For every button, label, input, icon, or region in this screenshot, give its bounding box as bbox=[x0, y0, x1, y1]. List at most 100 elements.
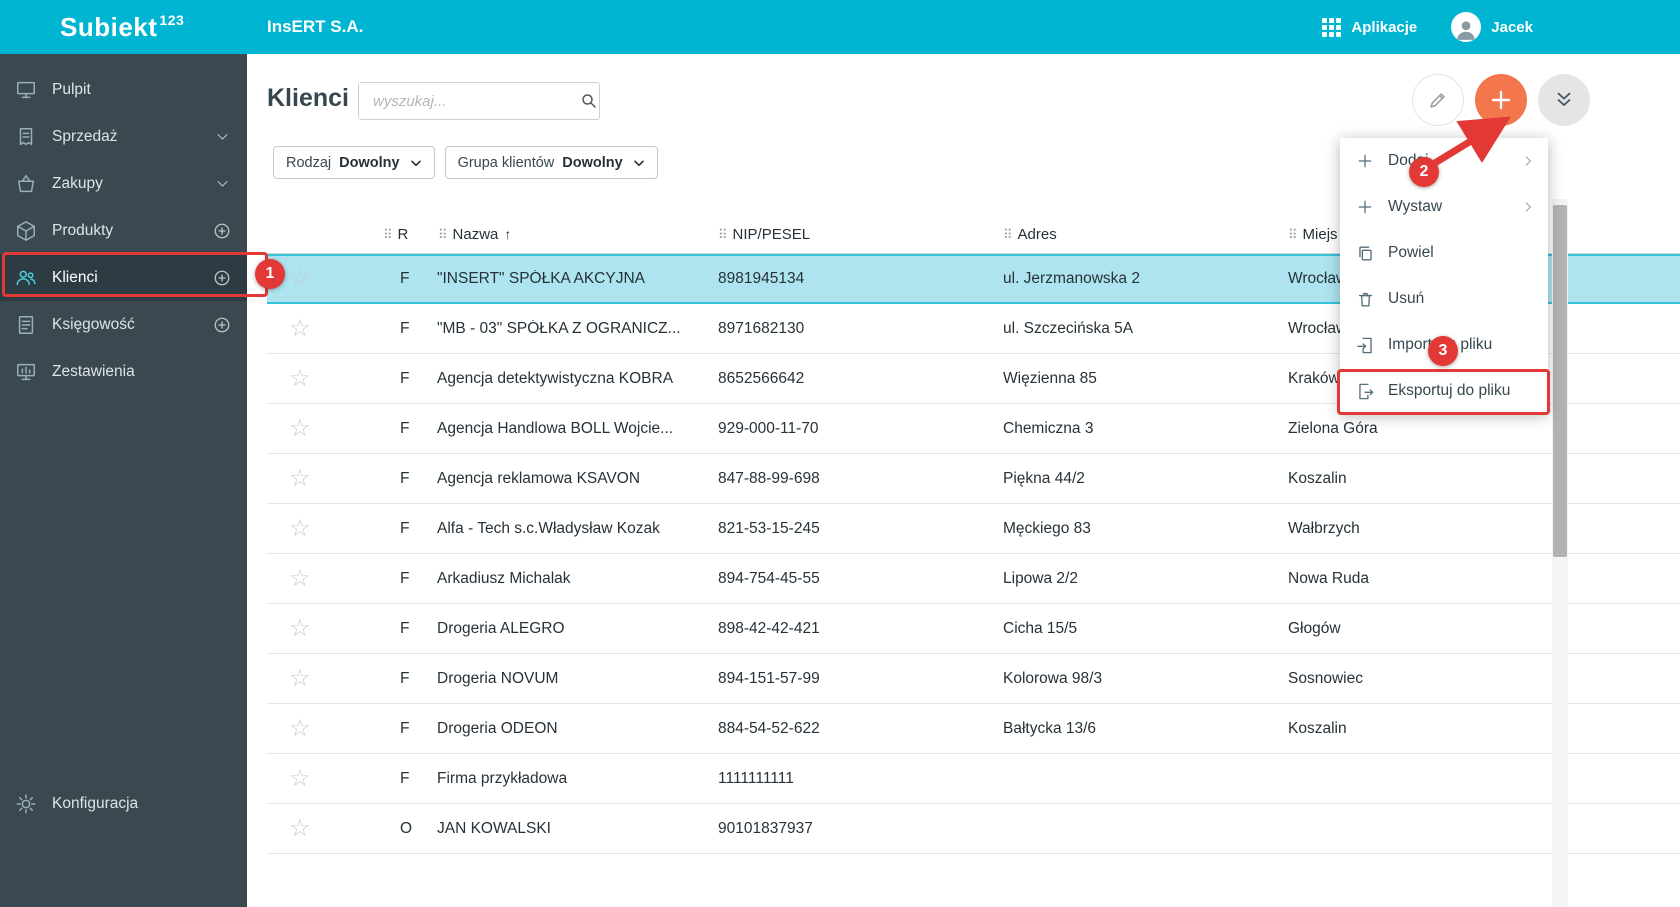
chevron-down-icon bbox=[213, 175, 231, 193]
menu-item-usun[interactable]: Usuń bbox=[1340, 276, 1548, 322]
column-nazwa[interactable]: ⠿ Nazwa ↑ bbox=[430, 226, 712, 243]
sidebar-item-zakupy[interactable]: Zakupy bbox=[0, 160, 247, 207]
filter-label: Grupa klientów bbox=[457, 154, 555, 171]
search-input[interactable] bbox=[359, 83, 578, 119]
app-root: Subiekt123 InsERT S.A. Aplikacje Jacek bbox=[0, 0, 1680, 907]
row-star-cell: ☆ bbox=[267, 817, 375, 841]
star-icon[interactable]: ☆ bbox=[289, 317, 311, 341]
sidebar-item-sprzedaz[interactable]: Sprzedaż bbox=[0, 113, 247, 160]
apps-label: Aplikacje bbox=[1351, 18, 1418, 36]
user-menu-button[interactable]: Jacek bbox=[1451, 12, 1533, 42]
table-row[interactable]: ☆ F Drogeria ALEGRO 898-42-42-421 Cicha … bbox=[267, 604, 1680, 654]
drag-handle-icon[interactable]: ⠿ bbox=[718, 228, 728, 241]
star-icon[interactable]: ☆ bbox=[289, 517, 311, 541]
row-type: F bbox=[400, 719, 410, 737]
table-row[interactable]: ☆ F Drogeria ODEON 884-54-52-622 Bałtyck… bbox=[267, 704, 1680, 754]
star-icon[interactable]: ☆ bbox=[289, 567, 311, 591]
sales-icon bbox=[15, 126, 37, 148]
sidebar-item-konfiguracja[interactable]: Konfiguracja bbox=[0, 780, 247, 827]
sidebar-item-klienci[interactable]: Klienci bbox=[0, 254, 247, 301]
filter-label: Rodzaj bbox=[286, 154, 332, 171]
star-icon[interactable]: ☆ bbox=[289, 467, 311, 491]
table-row[interactable]: ☆ F Alfa - Tech s.c.Władysław Kozak 821-… bbox=[267, 504, 1680, 554]
sidebar-item-label: Klienci bbox=[52, 268, 98, 286]
row-type: F bbox=[400, 519, 410, 537]
star-icon[interactable]: ☆ bbox=[289, 367, 311, 391]
row-address: Bałtycka 13/6 bbox=[1003, 719, 1097, 737]
export-file-icon bbox=[1355, 381, 1375, 401]
row-nip: 894-754-45-55 bbox=[718, 569, 820, 587]
more-actions-button[interactable] bbox=[1538, 74, 1590, 126]
sidebar-item-ksiegowosc[interactable]: Księgowość bbox=[0, 301, 247, 348]
clients-icon bbox=[15, 267, 37, 289]
filter-value: Dowolny bbox=[339, 154, 400, 171]
star-icon[interactable]: ☆ bbox=[289, 417, 311, 441]
row-city: Sosnowiec bbox=[1288, 669, 1363, 687]
add-button[interactable] bbox=[1475, 74, 1527, 126]
drag-handle-icon[interactable]: ⠿ bbox=[438, 228, 448, 241]
gear-icon bbox=[15, 793, 37, 815]
plus-circle-icon[interactable] bbox=[213, 269, 231, 287]
star-icon[interactable]: ☆ bbox=[289, 767, 311, 791]
row-name: Arkadiusz Michalak bbox=[437, 569, 571, 587]
menu-item-wystaw[interactable]: Wystaw bbox=[1340, 184, 1548, 230]
table-row[interactable]: ☆ F Arkadiusz Michalak 894-754-45-55 Lip… bbox=[267, 554, 1680, 604]
row-type: F bbox=[400, 569, 410, 587]
drag-handle-icon[interactable]: ⠿ bbox=[1003, 228, 1013, 241]
copy-icon bbox=[1355, 243, 1375, 263]
topbar-right: Aplikacje Jacek bbox=[1322, 0, 1533, 54]
table-row[interactable]: ☆ O JAN KOWALSKI 90101837937 bbox=[267, 804, 1680, 854]
row-name: Agencja Handlowa BOLL Wojcie... bbox=[437, 419, 674, 437]
row-name: Drogeria ALEGRO bbox=[437, 619, 565, 637]
table-row[interactable]: ☆ F Drogeria NOVUM 894-151-57-99 Kolorow… bbox=[267, 654, 1680, 704]
table-row[interactable]: ☆ F Firma przykładowa 1111111111 bbox=[267, 754, 1680, 804]
star-icon[interactable]: ☆ bbox=[289, 667, 311, 691]
column-nip-pesel[interactable]: ⠿ NIP/PESEL bbox=[712, 226, 997, 243]
row-star-cell: ☆ bbox=[267, 517, 375, 541]
row-name: Alfa - Tech s.c.Władysław Kozak bbox=[437, 519, 660, 537]
row-nip: 821-53-15-245 bbox=[718, 519, 820, 537]
apps-grid-icon bbox=[1322, 17, 1342, 37]
brand-sup: 123 bbox=[159, 12, 185, 28]
row-star-cell: ☆ bbox=[267, 467, 375, 491]
row-nip: 847-88-99-698 bbox=[718, 469, 820, 487]
sidebar-nav: Pulpit Sprzedaż Zakupy Produkty Klienci … bbox=[0, 66, 247, 395]
row-type: F bbox=[400, 419, 410, 437]
row-address: Kolorowa 98/3 bbox=[1003, 669, 1103, 687]
menu-item-label: Usuń bbox=[1388, 290, 1425, 307]
drag-handle-icon[interactable]: ⠿ bbox=[1288, 228, 1298, 241]
star-icon[interactable]: ☆ bbox=[289, 717, 311, 741]
star-icon[interactable]: ☆ bbox=[289, 817, 311, 841]
brand-name: Subiekt bbox=[60, 11, 158, 42]
scrollbar-track[interactable] bbox=[1552, 199, 1568, 907]
sidebar-item-pulpit[interactable]: Pulpit bbox=[0, 66, 247, 113]
menu-item-powiel[interactable]: Powiel bbox=[1340, 230, 1548, 276]
row-star-cell: ☆ bbox=[267, 567, 375, 591]
star-icon[interactable]: ☆ bbox=[289, 617, 311, 641]
menu-item-dodaj[interactable]: Dodaj bbox=[1340, 138, 1548, 184]
row-address: ul. Jerzmanowska 2 bbox=[1003, 270, 1140, 287]
apps-menu-button[interactable]: Aplikacje bbox=[1322, 17, 1418, 37]
row-name: "INSERT" SPÓŁKA AKCYJNA bbox=[437, 270, 645, 287]
row-star-cell: ☆ bbox=[267, 717, 375, 741]
plus-circle-icon[interactable] bbox=[213, 316, 231, 334]
drag-handle-icon[interactable]: ⠿ bbox=[383, 228, 393, 241]
sidebar-item-produkty[interactable]: Produkty bbox=[0, 207, 247, 254]
row-type: F bbox=[400, 270, 410, 287]
column-r[interactable]: ⠿ R bbox=[375, 226, 430, 243]
table-row[interactable]: ☆ F Agencja reklamowa KSAVON 847-88-99-6… bbox=[267, 454, 1680, 504]
star-icon[interactable]: ☆ bbox=[289, 267, 311, 291]
row-city: Zielona Góra bbox=[1288, 419, 1378, 437]
row-type: F bbox=[400, 769, 410, 787]
menu-item-eksportuj[interactable]: Eksportuj do pliku bbox=[1340, 368, 1548, 414]
filter-rodzaj[interactable]: Rodzaj Dowolny bbox=[273, 146, 435, 179]
row-type: F bbox=[400, 669, 410, 687]
plus-circle-icon[interactable] bbox=[213, 222, 231, 240]
scrollbar-thumb[interactable] bbox=[1553, 205, 1567, 557]
search-icon[interactable] bbox=[578, 92, 599, 110]
edit-button[interactable] bbox=[1412, 74, 1464, 126]
column-label: R bbox=[397, 225, 409, 243]
sidebar-item-zestawienia[interactable]: Zestawienia bbox=[0, 348, 247, 395]
column-adres[interactable]: ⠿ Adres bbox=[997, 226, 1282, 243]
filter-grupa-klientow[interactable]: Grupa klientów Dowolny bbox=[444, 146, 658, 179]
